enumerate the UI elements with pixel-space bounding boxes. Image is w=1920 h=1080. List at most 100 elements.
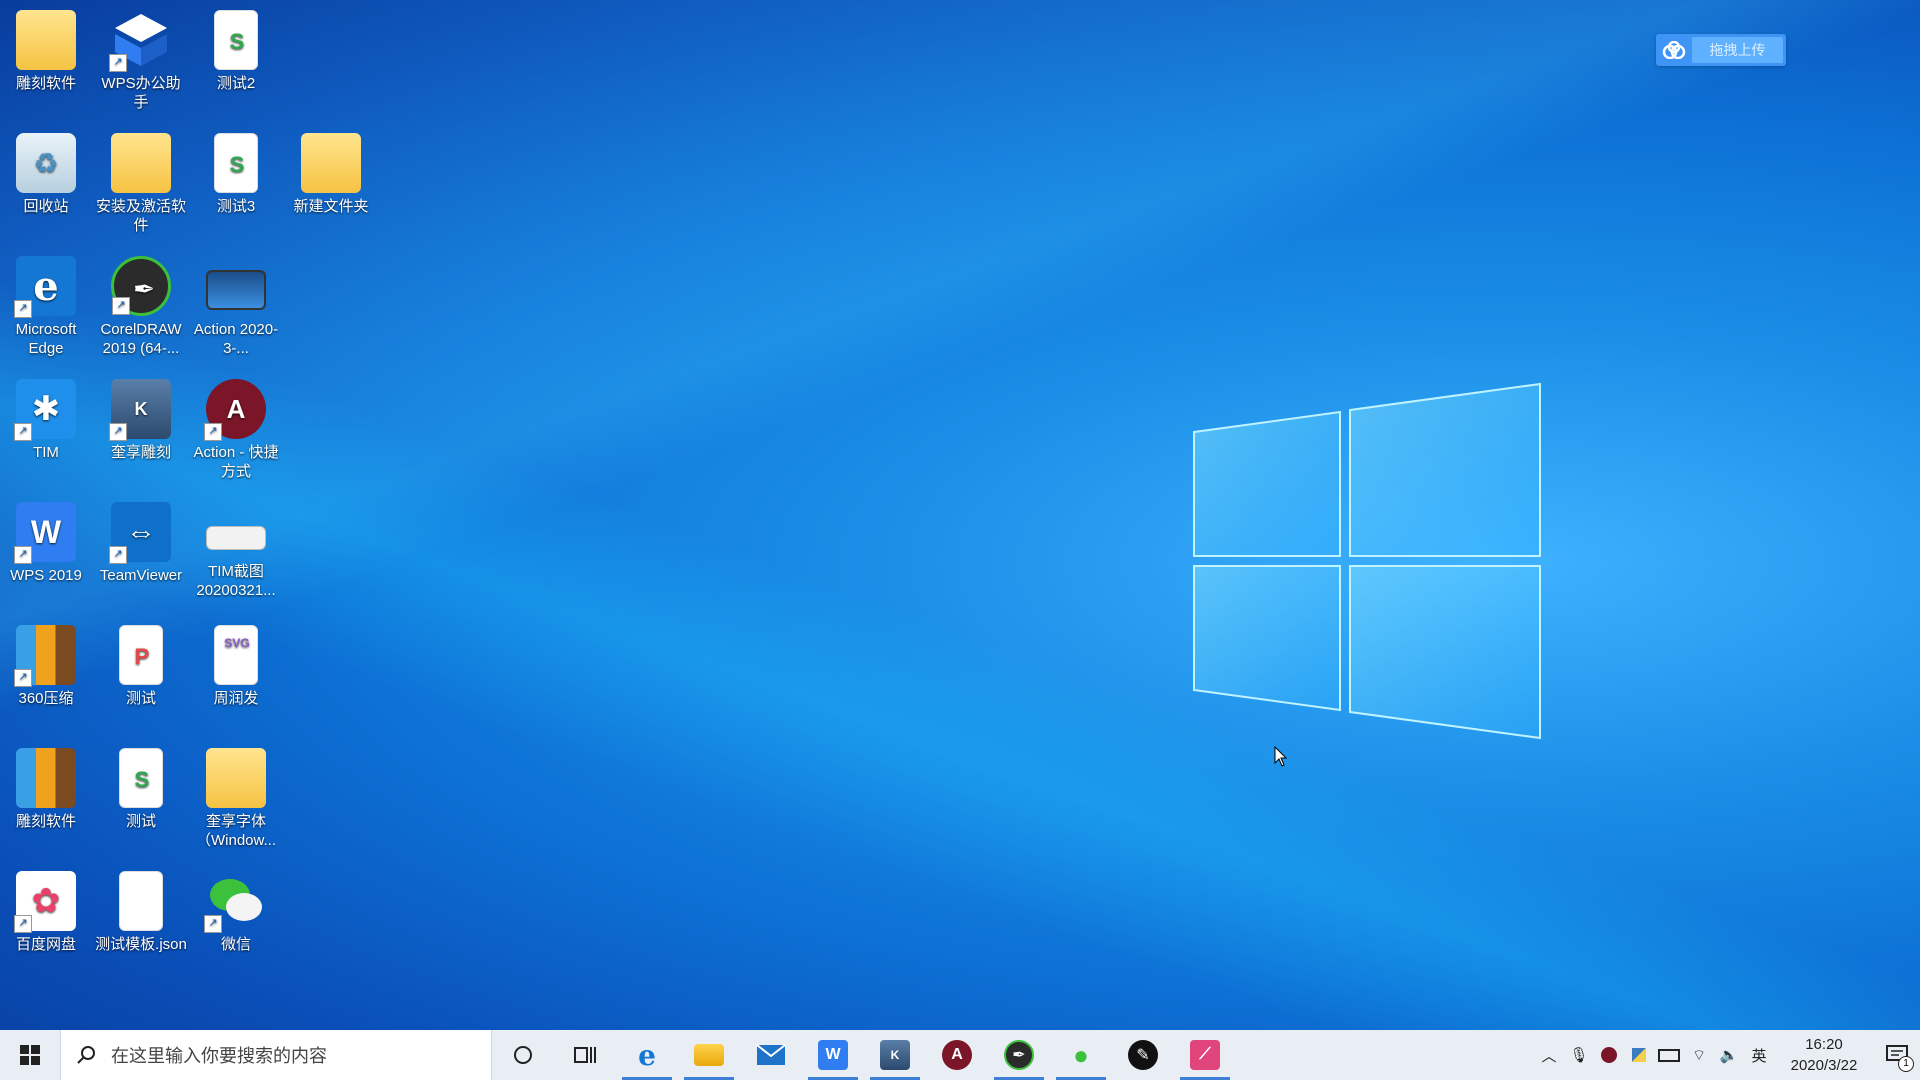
taskbar-app-edge[interactable]: e bbox=[616, 1030, 678, 1080]
start-button[interactable] bbox=[0, 1030, 60, 1080]
baidu-netdisk-icon: ✿ ↗ bbox=[14, 871, 76, 933]
archive-icon bbox=[16, 748, 76, 808]
spreadsheet-document-icon: S bbox=[214, 10, 258, 70]
desktop-icon-wps-2019[interactable]: W ↗ WPS 2019 bbox=[0, 502, 92, 585]
desktop-icon-label: 测试3 bbox=[216, 198, 256, 215]
windows-logo-wallpaper bbox=[1193, 382, 1541, 740]
wps-icon: W ↗ bbox=[14, 502, 76, 564]
desktop-icon-label: 测试 bbox=[125, 690, 156, 707]
drag-upload-widget[interactable]: 拖拽上传 bbox=[1656, 34, 1786, 66]
desktop-icon-label: 雕刻软件 bbox=[15, 813, 76, 830]
blank-document-icon bbox=[119, 871, 163, 931]
microphone-icon[interactable]: 🎙 bbox=[1564, 1030, 1594, 1080]
desktop-icon-microsoft-edge[interactable]: e ↗ Microsoft Edge bbox=[0, 256, 92, 358]
taskbar-app-wechat[interactable]: ● bbox=[1050, 1030, 1112, 1080]
folder-icon bbox=[16, 10, 76, 70]
input-method-indicator[interactable]: 英 bbox=[1744, 1030, 1774, 1080]
shortcut-arrow-icon: ↗ bbox=[14, 300, 32, 318]
edge-icon: e bbox=[638, 1038, 656, 1072]
folder-icon bbox=[111, 133, 171, 193]
wechat-icon: ● bbox=[1073, 1039, 1089, 1070]
desktop-icon-template-json[interactable]: 测试模板.json bbox=[95, 871, 187, 954]
desktop-icon-action-shortcut[interactable]: A ↗ Action - 快捷方式 bbox=[190, 379, 282, 481]
desktop-icon-label: 微信 bbox=[220, 936, 251, 953]
engraver-icon: K bbox=[880, 1040, 910, 1070]
battery-icon[interactable] bbox=[1654, 1030, 1684, 1080]
cloud-icon bbox=[1656, 34, 1692, 66]
desktop-icon-kuixiang-font[interactable]: 奎享字体（Window... bbox=[190, 748, 282, 850]
desktop-icon-label: WPS 2019 bbox=[10, 567, 82, 584]
desktop-icon-diaoke-software-2[interactable]: 雕刻软件 bbox=[0, 748, 92, 831]
desktop-icon-label: 测试2 bbox=[216, 75, 256, 92]
desktop-icon-zhou-runfa[interactable]: SVG 周润发 bbox=[190, 625, 282, 708]
desktop-icon-ceshi-sheet[interactable]: S 测试 bbox=[95, 748, 187, 831]
video-thumbnail-icon bbox=[206, 270, 266, 310]
desktop-icon-kuixiang-diaoke[interactable]: K ↗ 奎享雕刻 bbox=[95, 379, 187, 462]
desktop-icon-label: 测试模板.json bbox=[95, 936, 187, 953]
shortcut-arrow-icon: ↗ bbox=[14, 546, 32, 564]
desktop-icon-teamviewer[interactable]: ⇔ ↗ TeamViewer bbox=[95, 502, 187, 585]
cortana-circle-icon bbox=[514, 1046, 532, 1064]
spreadsheet-document-icon: S bbox=[214, 133, 258, 193]
taskbar-app-engraver[interactable]: K bbox=[864, 1030, 926, 1080]
desktop-icon-360-zip[interactable]: ↗ 360压缩 bbox=[0, 625, 92, 708]
wifi-icon[interactable]: ⌔ bbox=[1684, 1030, 1714, 1080]
desktop-icon-label: Microsoft Edge bbox=[15, 321, 77, 357]
shortcut-arrow-icon: ↗ bbox=[112, 297, 130, 315]
taskbar-app-mail[interactable] bbox=[740, 1030, 802, 1080]
desktop-icon-new-folder[interactable]: 新建文件夹 bbox=[285, 133, 377, 216]
desktop-icon-label: CorelDRAW 2019 (64-... bbox=[100, 321, 182, 357]
desktop-icon-label: 360压缩 bbox=[18, 690, 74, 707]
desktop-icon-tim-screenshot[interactable]: TIM截图20200321... bbox=[190, 502, 282, 600]
coreldraw-icon: ✒ ↗ bbox=[111, 256, 171, 316]
shortcut-arrow-icon: ↗ bbox=[14, 669, 32, 687]
desktop-icon-label: 回收站 bbox=[23, 198, 69, 215]
desktop-icon-ceshi2[interactable]: S 测试2 bbox=[190, 10, 282, 93]
taskbar-search-box[interactable]: 在这里输入你要搜索的内容 bbox=[60, 1030, 492, 1080]
file-explorer-icon bbox=[694, 1044, 724, 1066]
desktop-icon-recycle-bin[interactable]: ♻ 回收站 bbox=[0, 133, 92, 216]
taskbar-app-draw[interactable]: ⟋ bbox=[1174, 1030, 1236, 1080]
folder-icon bbox=[301, 133, 361, 193]
taskbar-app-pen-tool[interactable]: ✎ bbox=[1112, 1030, 1174, 1080]
desktop-icon-ceshi3[interactable]: S 测试3 bbox=[190, 133, 282, 216]
action-center-button[interactable]: 1 bbox=[1874, 1030, 1920, 1080]
coreldraw-icon: ✒ bbox=[1004, 1040, 1034, 1070]
teamviewer-icon: ⇔ ↗ bbox=[109, 502, 171, 564]
shortcut-arrow-icon: ↗ bbox=[14, 423, 32, 441]
volume-icon[interactable]: 🔈 bbox=[1714, 1030, 1744, 1080]
taskbar-app-file-explorer[interactable] bbox=[678, 1030, 740, 1080]
desktop-icon-label: 周润发 bbox=[213, 690, 259, 707]
desktop-icon-label: TIM bbox=[33, 444, 59, 461]
desktop-icon-action-recording[interactable]: Action 2020-3-... bbox=[190, 256, 282, 358]
task-view-button[interactable] bbox=[554, 1030, 616, 1080]
engraver-icon: K ↗ bbox=[109, 379, 171, 441]
taskbar-clock[interactable]: 16:20 2020/3/22 bbox=[1774, 1034, 1874, 1076]
desktop-icon-diaoke-software[interactable]: 雕刻软件 bbox=[0, 10, 92, 93]
taskbar-app-wps[interactable]: W bbox=[802, 1030, 864, 1080]
notification-count-badge: 1 bbox=[1898, 1056, 1914, 1072]
desktop-icon-label: WPS办公助手 bbox=[101, 75, 181, 111]
desktop-icon-coreldraw[interactable]: ✒ ↗ CorelDRAW 2019 (64-... bbox=[95, 256, 187, 358]
desktop-icon-label: Action - 快捷方式 bbox=[193, 444, 279, 480]
desktop-icon-ceshi-pdf[interactable]: P 测试 bbox=[95, 625, 187, 708]
svg-document-icon: SVG bbox=[214, 625, 258, 685]
show-hidden-icons-chevron-icon[interactable]: ︿ bbox=[1534, 1030, 1564, 1080]
windows-start-icon bbox=[20, 1045, 40, 1065]
taskbar-app-coreldraw[interactable]: ✒ bbox=[988, 1030, 1050, 1080]
taskbar-app-action[interactable]: A bbox=[926, 1030, 988, 1080]
desktop-icon-install-activate[interactable]: 安装及激活软件 bbox=[95, 133, 187, 235]
desktop-icon-wps-assistant[interactable]: ↗ WPS办公助手 bbox=[95, 10, 187, 112]
wechat-icon: ↗ bbox=[204, 871, 266, 933]
shortcut-arrow-icon: ↗ bbox=[204, 915, 222, 933]
shortcut-arrow-icon: ↗ bbox=[109, 546, 127, 564]
desktop-icon-tim[interactable]: ✱ ↗ TIM bbox=[0, 379, 92, 462]
cortana-button[interactable] bbox=[492, 1030, 554, 1080]
search-icon bbox=[61, 1045, 111, 1065]
desktop-icon-wechat[interactable]: ↗ 微信 bbox=[190, 871, 282, 954]
tray-python-icon[interactable] bbox=[1624, 1030, 1654, 1080]
tray-action-icon[interactable] bbox=[1594, 1030, 1624, 1080]
action-icon: A bbox=[942, 1040, 972, 1070]
desktop-icon-label: TeamViewer bbox=[99, 567, 183, 584]
desktop-icon-baidu-netdisk[interactable]: ✿ ↗ 百度网盘 bbox=[0, 871, 92, 954]
